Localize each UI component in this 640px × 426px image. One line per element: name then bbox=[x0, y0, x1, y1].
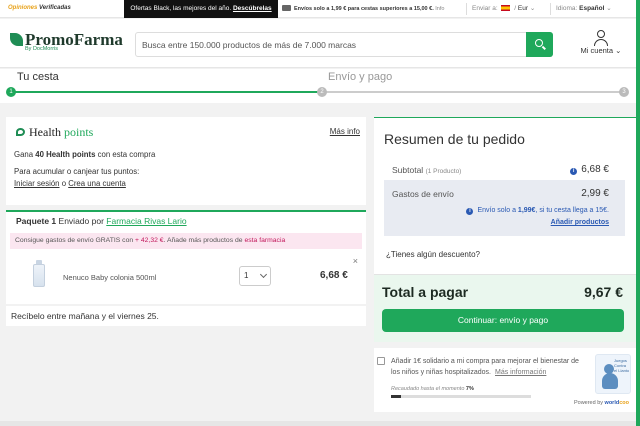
step-dot-2: 2 bbox=[317, 87, 327, 97]
info-icon[interactable]: i bbox=[570, 168, 578, 175]
progress-track-todo bbox=[322, 91, 626, 93]
summary-title: Resumen de tu pedido bbox=[384, 131, 525, 147]
currency-value: Eur bbox=[517, 5, 529, 12]
logo-subtitle: By DocMorris bbox=[25, 46, 59, 52]
pharmacy-products-link[interactable]: esta farmacia bbox=[244, 237, 285, 244]
chevron-down-icon: ⌄ bbox=[529, 5, 536, 12]
promo-link[interactable]: Descúbrelas bbox=[233, 5, 272, 12]
verified-reviews-badge[interactable]: Opiniones Verificadas bbox=[8, 5, 71, 11]
free-shipping-banner: Consigue gastos de envío GRATIS con + 42… bbox=[10, 233, 362, 249]
package-card: Paquete 1 Enviado por Farmacia Rivas Lar… bbox=[6, 210, 366, 304]
search-icon bbox=[535, 39, 543, 47]
divider bbox=[466, 3, 467, 15]
points-word: points bbox=[64, 125, 94, 139]
charity-logo: Juegos Contra el Llanto bbox=[595, 354, 631, 394]
ship-to-label: Enviar a: bbox=[472, 5, 498, 12]
raised-text: Recaudado hasta el momento 7% bbox=[391, 386, 474, 392]
package-header: Paquete 1 Enviado por Farmacia Rivas Lar… bbox=[16, 216, 187, 226]
login-links: Iniciar sesión o Crea una cuenta bbox=[14, 179, 126, 188]
search-bar bbox=[135, 32, 553, 57]
shipping-cost-label: Gastos de envío bbox=[392, 189, 454, 199]
promo-text: Ofertas Black, las mejores del año. bbox=[130, 5, 232, 12]
shipping-info: Envíos solo a 1,99 € para cestas superio… bbox=[282, 0, 444, 18]
continue-checkout-button[interactable]: Continuar: envío y pago bbox=[382, 309, 624, 332]
step-cart: Tu cesta bbox=[17, 71, 59, 83]
order-summary: Resumen de tu pedido Subtotal (1 Product… bbox=[374, 117, 637, 342]
top-bar: Opiniones Verificadas Ofertas Black, las… bbox=[0, 0, 640, 18]
bottom-border bbox=[0, 421, 640, 426]
remove-item-icon[interactable]: × bbox=[353, 256, 358, 266]
spain-flag-icon bbox=[501, 5, 511, 11]
charity-donation: Añadir 1€ solidario a mi compra para mej… bbox=[374, 348, 637, 412]
login-link[interactable]: Iniciar sesión bbox=[14, 179, 60, 188]
powered-by-worldcoo: Powered by worldcoo bbox=[573, 400, 629, 406]
user-icon bbox=[594, 30, 608, 46]
health-points-card: Health points Más info Gana 40 Health po… bbox=[6, 117, 366, 205]
shipping-costs-box: Gastos de envío 2,99 € i Envío solo a 1,9… bbox=[384, 180, 625, 236]
search-button[interactable] bbox=[526, 32, 553, 57]
language-label: Idioma: bbox=[556, 5, 578, 12]
more-info-link[interactable]: Más info bbox=[330, 127, 360, 136]
progress-track-done bbox=[8, 91, 322, 93]
health-points-logo: Health points bbox=[16, 125, 93, 140]
charity-logo-text: Juegos Contra el Llanto bbox=[614, 358, 630, 373]
product-name[interactable]: Nenuco Baby colonia 500ml bbox=[63, 273, 156, 282]
language-selector[interactable]: Idioma: Español ⌄ bbox=[556, 0, 612, 18]
donation-progress-fill bbox=[391, 395, 401, 398]
donation-more-info-link[interactable]: Más información bbox=[495, 369, 546, 376]
subtotal-value: i 6,68 € bbox=[570, 158, 609, 182]
language-value: Español bbox=[579, 5, 605, 12]
account-menu[interactable]: Mi cuenta ⌄ bbox=[573, 30, 629, 55]
black-friday-banner[interactable]: Ofertas Black, las mejores del año. Desc… bbox=[124, 0, 278, 18]
total-label: Total a pagar bbox=[382, 284, 469, 300]
site-header: PromoFarma By DocMorris Mi cuenta ⌄ bbox=[0, 19, 640, 68]
donation-progress-bar bbox=[391, 395, 531, 398]
slash-divider: / bbox=[514, 5, 517, 12]
side-accent-bar bbox=[636, 0, 640, 426]
info-icon: i bbox=[466, 208, 474, 215]
step-shipping-payment: Envío y pago bbox=[328, 71, 393, 83]
shipping-note: i Envío solo a 1,99€, si tu cesta llega a… bbox=[466, 207, 609, 215]
subtotal-row: Subtotal (1 Producto) i 6,68 € bbox=[384, 158, 625, 182]
account-label: Mi cuenta ⌄ bbox=[580, 46, 622, 55]
cart-item: Nenuco Baby colonia 500ml 1 6,68 € × bbox=[16, 256, 362, 300]
discount-toggle[interactable]: ¿Tienes algún descuento? bbox=[386, 250, 480, 259]
product-price: 6,68 € bbox=[320, 270, 348, 281]
search-input[interactable] bbox=[142, 33, 522, 56]
shipping-info-link[interactable]: Info bbox=[435, 6, 444, 12]
quantity-value: 1 bbox=[244, 271, 249, 280]
step-dot-3: 3 bbox=[619, 87, 629, 97]
total-value: 9,67 € bbox=[584, 284, 623, 300]
reviews-label: Opiniones bbox=[8, 5, 38, 11]
accumulate-text: Para acumular o canjear tus puntos: bbox=[14, 167, 140, 176]
total-row: Total a pagar 9,67 € Continuar: envío y … bbox=[374, 275, 637, 342]
create-account-link[interactable]: Crea una cuenta bbox=[68, 179, 126, 188]
checkout-steps: Tu cesta Envío y pago 1 2 3 bbox=[0, 69, 640, 103]
earn-points-text: Gana 40 Health points con esta compra bbox=[14, 150, 156, 159]
donation-checkbox[interactable] bbox=[377, 357, 385, 365]
donation-text: Añadir 1€ solidario a mi compra para mej… bbox=[391, 358, 579, 376]
leaf-icon bbox=[10, 33, 23, 46]
reviews-brand: Verificadas bbox=[39, 5, 71, 11]
chevron-down-icon: ⌄ bbox=[606, 5, 612, 12]
health-points-icon bbox=[16, 128, 25, 136]
divider bbox=[550, 3, 551, 15]
health-word: Health bbox=[29, 125, 61, 139]
product-image[interactable] bbox=[32, 260, 46, 288]
delivery-estimate: Recíbelo entre mañana y el viernes 25. bbox=[6, 306, 366, 326]
truck-icon bbox=[282, 5, 291, 11]
shipping-text: Envíos solo a 1,99 € para cestas superio… bbox=[294, 6, 434, 12]
chevron-down-icon bbox=[259, 270, 268, 279]
quantity-select[interactable]: 1 bbox=[239, 266, 271, 286]
add-products-link[interactable]: Añadir productos bbox=[551, 219, 609, 226]
shipping-cost-value: 2,99 € bbox=[581, 188, 609, 199]
step-dot-1: 1 bbox=[6, 87, 16, 97]
pharmacy-link[interactable]: Farmacia Rivas Lario bbox=[106, 216, 186, 226]
ship-to-selector[interactable]: Enviar a: / Eur ⌄ bbox=[472, 0, 535, 18]
